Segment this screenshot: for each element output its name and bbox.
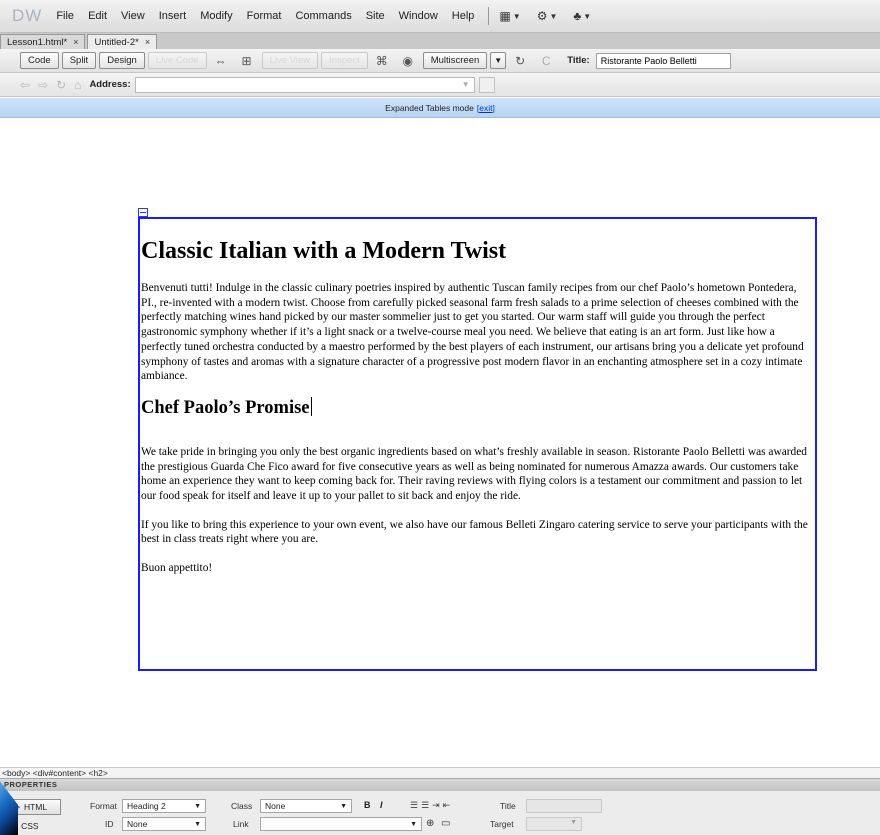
folder-icon[interactable]: ▭: [441, 818, 450, 829]
title-attr-label: Title: [500, 801, 516, 811]
code-view-button[interactable]: Code: [20, 52, 59, 69]
link-input[interactable]: ▼: [260, 817, 422, 831]
multiscreen-button[interactable]: Multiscreen: [422, 52, 488, 69]
address-label: Address:: [89, 79, 131, 90]
live-code-button[interactable]: Live Code: [147, 52, 207, 69]
bold-button[interactable]: B: [364, 800, 371, 810]
properties-panel-header[interactable]: PROPERTIES: [0, 778, 880, 791]
address-input[interactable]: ▼: [134, 76, 475, 93]
expanded-tables-bar: Expanded Tables mode [exit]: [0, 98, 880, 118]
inspect-button[interactable]: Inspect: [321, 52, 368, 69]
closing-paragraph[interactable]: Buon appettito!: [141, 561, 815, 576]
id-select[interactable]: None ▼: [122, 817, 206, 831]
subheading-text: Chef Paolo’s Promise: [141, 397, 310, 418]
content-div[interactable]: Classic Italian with a Modern Twist Benv…: [138, 217, 817, 671]
document-toolbar: Code Split Design Live Code ⇔ ⊞ Live Vie…: [0, 49, 880, 73]
refresh-icon[interactable]: ↻: [56, 78, 66, 92]
site-manager-icon[interactable]: ♣ ▼: [573, 9, 591, 23]
menu-bar: DW File Edit View Insert Modify Format C…: [0, 0, 880, 33]
text-cursor: [310, 396, 312, 416]
id-value: None: [127, 819, 148, 829]
refresh-design-icon[interactable]: ↻: [509, 52, 531, 69]
app-logo: DW: [12, 6, 43, 25]
menu-help[interactable]: Help: [452, 10, 475, 22]
css-mode-label: CSS: [21, 821, 39, 831]
design-view-button[interactable]: Design: [99, 52, 145, 69]
close-icon[interactable]: ×: [145, 37, 150, 47]
validate-markup-icon[interactable]: ⌘: [371, 52, 393, 69]
format-select[interactable]: Heading 2 ▼: [122, 799, 206, 813]
title-attr-input[interactable]: [526, 799, 602, 813]
tab-lesson1[interactable]: Lesson1.html* ×: [0, 34, 86, 49]
class-select[interactable]: None ▼: [260, 799, 352, 813]
visual-aids-icon[interactable]: ⊞: [236, 52, 258, 69]
chevron-down-icon: ▼: [194, 802, 201, 810]
menu-window[interactable]: Window: [399, 10, 438, 22]
browser-preview-icon[interactable]: ◉: [397, 52, 419, 69]
document-title-input[interactable]: [595, 52, 731, 69]
menu-insert[interactable]: Insert: [159, 10, 187, 22]
subheading-wrapper: Chef Paolo’s Promise: [141, 396, 815, 433]
chevron-down-icon[interactable]: ▼: [462, 80, 470, 89]
div-tag-marker-icon[interactable]: [138, 208, 148, 217]
menu-file[interactable]: File: [56, 10, 74, 22]
format-label: Format: [90, 801, 117, 811]
properties-panel: <> HTML ⊞ CSS Format Heading 2 ▼ ID None…: [0, 791, 880, 835]
italic-button[interactable]: I: [380, 800, 383, 810]
target-label: Target: [490, 819, 514, 829]
format-value: Heading 2: [127, 801, 166, 811]
list-indent-icons[interactable]: ☰☰⇥⇤: [410, 800, 453, 811]
document-tab-bar: Lesson1.html* × Untitled-2* ×: [0, 33, 880, 49]
live-view-button[interactable]: Live View: [261, 52, 319, 69]
menu-separator: [488, 7, 490, 25]
close-icon[interactable]: ×: [73, 37, 78, 47]
promise-paragraph[interactable]: We take pride in bringing you only the b…: [141, 445, 815, 504]
forward-arrow-icon[interactable]: ⇨: [38, 78, 48, 92]
multiscreen-dropdown[interactable]: ▼: [490, 52, 507, 69]
chevron-down-icon: ▼: [410, 820, 417, 828]
tab-untitled-2[interactable]: Untitled-2* ×: [87, 34, 158, 49]
browse-button[interactable]: [478, 76, 495, 93]
menu-edit[interactable]: Edit: [88, 10, 107, 22]
html-mode-label: HTML: [23, 802, 48, 812]
intro-paragraph[interactable]: Benvenuti tutti! Indulge in the classic …: [141, 281, 815, 384]
gear-menu-icon[interactable]: ⚙ ▼: [537, 9, 558, 23]
inspect-tool-icon[interactable]: ⇔: [210, 52, 232, 69]
chevron-down-icon: ▼: [570, 819, 577, 826]
class-value: None: [265, 801, 286, 811]
chevron-down-icon: ▼: [194, 820, 201, 828]
point-to-file-icon[interactable]: ⊕: [426, 818, 434, 829]
menu-format[interactable]: Format: [247, 10, 282, 22]
class-label: Class: [231, 801, 253, 811]
layout-menu-icon[interactable]: ▦ ▼: [499, 9, 520, 23]
tab-label: Untitled-2*: [94, 36, 139, 48]
link-label: Link: [233, 819, 249, 829]
split-view-button[interactable]: Split: [61, 52, 97, 69]
menu-commands[interactable]: Commands: [295, 10, 351, 22]
menu-site[interactable]: Site: [366, 10, 385, 22]
browser-navigation-bar: ⇦ ⇨ ↻ ⌂ Address: ▼: [0, 73, 880, 97]
expanded-tables-message: Expanded Tables mode: [385, 102, 474, 113]
tab-label: Lesson1.html*: [7, 36, 68, 48]
title-label: Title:: [567, 55, 590, 66]
id-label: ID: [105, 819, 114, 829]
back-arrow-icon[interactable]: ⇦: [20, 78, 30, 92]
target-select[interactable]: ▼: [526, 817, 582, 831]
tag-selector[interactable]: <body> <div#content> <h2>: [0, 767, 880, 778]
reload-icon[interactable]: C: [535, 52, 557, 69]
chevron-down-icon: ▼: [340, 802, 347, 810]
menu-modify[interactable]: Modify: [200, 10, 232, 22]
exit-expanded-link[interactable]: [exit]: [477, 103, 495, 113]
home-icon[interactable]: ⌂: [74, 78, 81, 92]
menu-view[interactable]: View: [121, 10, 145, 22]
page-heading[interactable]: Classic Italian with a Modern Twist: [141, 238, 815, 265]
chef-promise-heading[interactable]: Chef Paolo’s Promise: [141, 396, 312, 419]
catering-paragraph[interactable]: If you like to bring this experience to …: [141, 518, 815, 547]
